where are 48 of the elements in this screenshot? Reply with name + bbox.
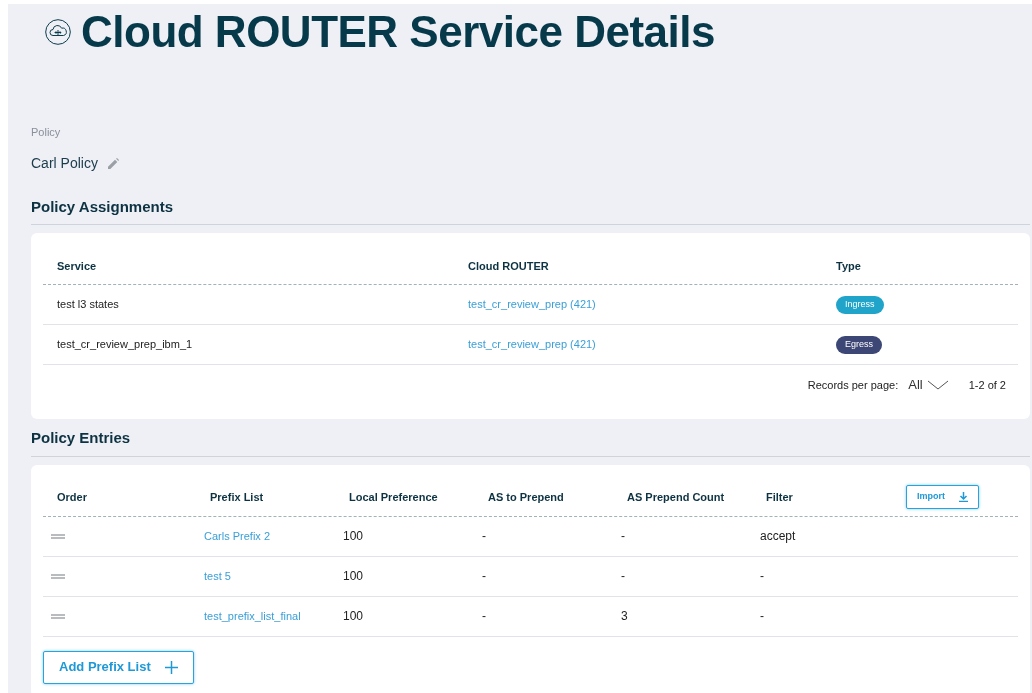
policy-name: Carl Policy xyxy=(31,153,98,173)
drag-handle-icon[interactable] xyxy=(51,573,65,579)
prefix-list-link[interactable]: test 5 xyxy=(204,570,231,582)
section-heading: Policy Assignments xyxy=(31,196,173,217)
prefix-list-link[interactable]: test_prefix_list_final xyxy=(204,610,301,622)
table-cell: 100 xyxy=(343,569,364,583)
table-cell: 100 xyxy=(343,529,364,543)
import-button[interactable]: Import xyxy=(906,485,979,509)
table-cell: - xyxy=(760,569,764,583)
table-cell: - xyxy=(482,529,486,543)
download-icon xyxy=(959,492,968,502)
caret-icon xyxy=(926,380,949,390)
table-cell: - xyxy=(760,609,764,623)
type-badge: Egress xyxy=(836,336,882,354)
column-header: Filter xyxy=(766,490,793,503)
table-cell: 100 xyxy=(343,609,364,623)
table-cell: 3 xyxy=(621,609,628,623)
drag-handle-icon[interactable] xyxy=(51,613,65,619)
type-badge: Ingress xyxy=(836,296,884,314)
column-header: AS Prepend Count xyxy=(627,490,725,503)
page-title: Cloud ROUTER Service Details xyxy=(81,10,715,54)
page-range: 1-2 of 2 xyxy=(968,377,1006,393)
page-size-dropdown[interactable]: All xyxy=(908,375,949,395)
column-header: Order xyxy=(57,490,87,503)
drag-handle-icon[interactable] xyxy=(51,533,65,539)
table-cell: - xyxy=(482,609,486,623)
column-header: Cloud ROUTER xyxy=(468,260,549,273)
column-header: Local Preference xyxy=(349,490,438,503)
table-cell: - xyxy=(621,569,625,583)
column-header: Type xyxy=(836,260,861,273)
column-header: Prefix List xyxy=(210,490,264,503)
cloud-router-link[interactable]: test_cr_review_prep (421) xyxy=(468,298,596,311)
table-cell: - xyxy=(482,569,486,583)
prefix-list-link[interactable]: Carls Prefix 2 xyxy=(204,530,271,542)
records-per-page-label: Records per page: xyxy=(807,377,899,393)
policy-label: Policy xyxy=(31,125,61,140)
cloud-router-link[interactable]: test_cr_review_prep (421) xyxy=(468,338,596,351)
table-cell: test l3 states xyxy=(57,298,119,311)
column-header: Service xyxy=(57,260,97,273)
table-cell: accept xyxy=(760,529,796,543)
column-header: AS to Prepend xyxy=(488,490,564,503)
edit-icon[interactable] xyxy=(107,157,119,169)
table-cell: test_cr_review_prep_ibm_1 xyxy=(57,338,193,351)
cloud-icon xyxy=(45,19,71,45)
add-prefix-list-button[interactable]: Add Prefix List xyxy=(43,650,194,684)
plus-icon xyxy=(164,660,178,674)
table-cell: - xyxy=(621,529,625,543)
section-heading: Policy Entries xyxy=(31,428,131,448)
